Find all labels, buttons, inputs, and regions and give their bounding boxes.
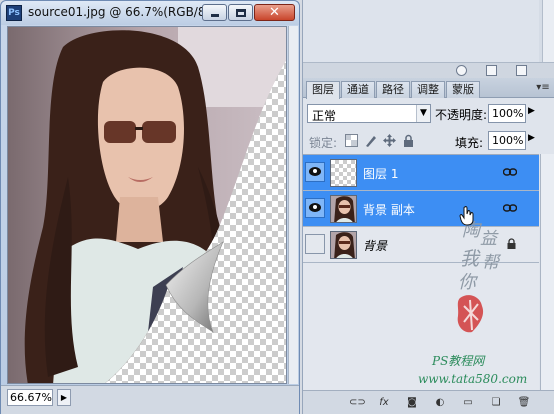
chevron-down-icon: ▼	[416, 105, 430, 122]
close-icon: ✕	[269, 5, 280, 20]
minimize-icon	[211, 14, 219, 17]
blend-mode-value: 正常	[312, 109, 337, 123]
layer-list: 图层 1 背景 副本 背景	[303, 154, 539, 390]
layer-row-background[interactable]: 背景	[303, 227, 539, 263]
trash-icon[interactable]	[516, 65, 527, 76]
layer-name[interactable]: 背景	[363, 237, 387, 254]
fill-label: 填充:	[455, 136, 484, 150]
link-icon[interactable]	[503, 203, 517, 213]
lock-icon	[507, 238, 516, 249]
new-group-icon[interactable]: ▭	[461, 396, 475, 410]
layer-thumbnail-transparent	[330, 159, 357, 187]
vertical-scrollbar[interactable]	[288, 26, 298, 384]
tab-channels[interactable]: 通道	[341, 81, 375, 98]
fill-slider-arrow-icon[interactable]: ▶	[528, 133, 535, 143]
opacity-label: 不透明度:	[435, 108, 488, 122]
upper-panel-scrollbar[interactable]	[542, 0, 554, 62]
zoom-level-field[interactable]: 66.67%	[7, 389, 53, 406]
layer-row-layer1[interactable]: 图层 1	[303, 155, 539, 191]
canvas-image	[8, 27, 286, 383]
panel-menu-icon[interactable]: ▾≡	[535, 81, 551, 95]
lock-transparent-pixels-icon[interactable]	[345, 134, 358, 147]
document-title-bar[interactable]: Ps source01.jpg @ 66.7%(RGB/8... ✕	[1, 1, 299, 25]
tab-masks[interactable]: 蒙版	[446, 81, 480, 98]
upper-panel	[302, 0, 554, 78]
layer-visibility-toggle[interactable]	[305, 234, 325, 254]
tab-layers[interactable]: 图层	[306, 81, 340, 99]
watermark-url: www.tata580.com	[418, 372, 528, 386]
close-button[interactable]: ✕	[254, 4, 295, 21]
eye-icon	[309, 167, 321, 176]
no-entry-icon[interactable]	[456, 65, 467, 76]
document-window: Ps source01.jpg @ 66.7%(RGB/8... ✕ 66.67…	[0, 0, 300, 414]
eye-icon	[309, 203, 321, 212]
trash-icon[interactable]: 🗑	[517, 396, 531, 410]
restore-icon	[236, 9, 246, 17]
layer-name[interactable]: 图层 1	[363, 165, 398, 182]
layer-list-scrollbar[interactable]	[540, 154, 554, 390]
layer-name[interactable]: 背景 副本	[363, 201, 415, 218]
lock-image-pixels-icon[interactable]	[364, 134, 377, 147]
opacity-slider-arrow-icon[interactable]: ▶	[528, 106, 535, 116]
hand-cursor-icon	[459, 206, 474, 226]
new-layer-icon[interactable]: ❏	[489, 396, 503, 410]
lock-all-icon[interactable]	[402, 134, 415, 147]
image-canvas[interactable]	[7, 26, 287, 384]
watermark-site-name: PS教程网	[432, 354, 485, 368]
adjustment-layer-icon[interactable]: ◐	[433, 396, 447, 410]
upper-panel-footer	[303, 62, 554, 78]
layers-panel-footer: ⊂⊃ fx ◙ ◐ ▭ ❏ 🗑	[303, 390, 554, 414]
lock-label: 锁定:	[309, 136, 338, 150]
layer-row-background-copy[interactable]: 背景 副本	[303, 191, 539, 227]
layer-style-icon[interactable]: fx	[377, 396, 391, 410]
opacity-input[interactable]: 100%	[488, 104, 526, 123]
layer-visibility-toggle[interactable]	[305, 198, 325, 218]
upper-panel-content	[303, 0, 539, 62]
tab-paths[interactable]: 路径	[376, 81, 410, 98]
tab-adjustments[interactable]: 调整	[411, 81, 445, 98]
minimize-button[interactable]	[202, 4, 227, 21]
blend-mode-select[interactable]: 正常 ▼	[307, 104, 431, 123]
new-snapshot-icon[interactable]	[486, 65, 497, 76]
layer-thumbnail-photo	[330, 195, 357, 223]
layer-visibility-toggle[interactable]	[305, 162, 325, 182]
document-title: source01.jpg @ 66.7%(RGB/8...	[28, 5, 217, 19]
layer-thumbnail-photo	[330, 231, 357, 259]
status-menu-arrow-icon[interactable]: ▶	[57, 389, 71, 406]
lock-position-icon[interactable]	[383, 134, 396, 147]
link-icon[interactable]	[503, 167, 517, 177]
photoshop-app-icon: Ps	[6, 5, 22, 21]
panel-tab-bar: 图层 通道 路径 调整 蒙版 ▾≡	[303, 78, 554, 99]
layers-panel: 图层 通道 路径 调整 蒙版 ▾≡ 正常 ▼ 不透明度: 100% ▶ 锁定: …	[302, 78, 554, 414]
add-mask-icon[interactable]: ◙	[405, 396, 419, 410]
restore-button[interactable]	[228, 4, 253, 21]
fill-input[interactable]: 100%	[488, 131, 526, 150]
link-layers-icon[interactable]: ⊂⊃	[349, 396, 366, 410]
document-status-bar: 66.67% ▶	[1, 385, 299, 414]
